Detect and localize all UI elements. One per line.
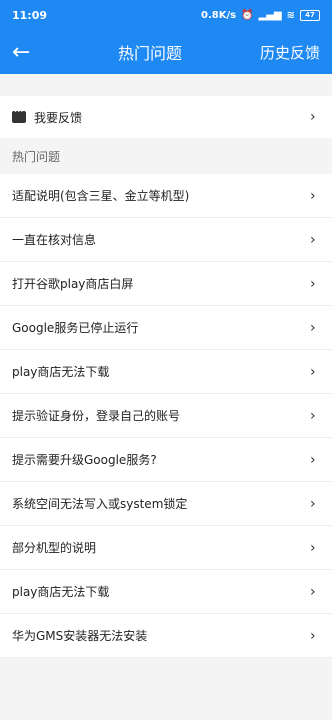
back-arrow-icon[interactable]: ← bbox=[12, 40, 40, 65]
question-label: Google服务已停止运行 bbox=[12, 321, 139, 335]
question-label: 部分机型的说明 bbox=[12, 541, 97, 555]
chevron-right-icon: › bbox=[310, 231, 316, 248]
network-speed: 0.8K/s bbox=[201, 9, 237, 21]
question-label: play商店无法下载 bbox=[12, 365, 110, 379]
chevron-right-icon: › bbox=[310, 407, 316, 424]
signal-icon: ▂▄▆ bbox=[258, 9, 282, 21]
question-label: 适配说明(包含三星、金立等机型) bbox=[12, 189, 190, 203]
wifi-icon: ≋ bbox=[286, 9, 295, 21]
chevron-right-icon: › bbox=[310, 363, 316, 380]
my-feedback-row[interactable]: 我要反馈 › bbox=[0, 96, 332, 138]
question-item[interactable]: 华为GMS安装器无法安装 › bbox=[0, 614, 332, 658]
status-time: 11:09 bbox=[12, 8, 48, 22]
page-title: 热门问题 bbox=[117, 44, 182, 63]
status-right: 0.8K/s ⏰ ▂▄▆ ≋ 47 bbox=[201, 9, 320, 21]
question-item[interactable]: Google服务已停止运行 › bbox=[0, 306, 332, 350]
question-item[interactable]: play商店无法下载 › bbox=[0, 350, 332, 394]
chevron-right-icon: › bbox=[310, 451, 316, 468]
question-label: 打开谷歌play商店白屏 bbox=[12, 277, 134, 291]
question-label: 提示需要升级Google服务? bbox=[12, 453, 157, 467]
chevron-right-icon: › bbox=[310, 109, 316, 125]
question-label: 系统空间无法写入或system锁定 bbox=[12, 497, 188, 511]
chevron-right-icon: › bbox=[310, 627, 316, 644]
question-item[interactable]: 系统空间无法写入或system锁定 › bbox=[0, 482, 332, 526]
app-header: 11:09 0.8K/s ⏰ ▂▄▆ ≋ 47 ← 热门问题 历史反馈 bbox=[0, 0, 332, 74]
question-item[interactable]: 打开谷歌play商店白屏 › bbox=[0, 262, 332, 306]
question-label: 华为GMS安装器无法安装 bbox=[12, 629, 148, 643]
my-feedback-label: 我要反馈 bbox=[34, 110, 83, 125]
question-list: 适配说明(包含三星、金立等机型) › 一直在核对信息 › 打开谷歌play商店白屏 ›… bbox=[0, 174, 332, 658]
battery-icon: 47 bbox=[300, 9, 320, 21]
question-item[interactable]: 提示验证身份，登录自己的账号 › bbox=[0, 394, 332, 438]
chevron-right-icon: › bbox=[310, 583, 316, 600]
question-item[interactable]: 提示需要升级Google服务? › bbox=[0, 438, 332, 482]
chevron-right-icon: › bbox=[310, 187, 316, 204]
section-title: 热门问题 bbox=[12, 150, 61, 164]
question-label: play商店无法下载 bbox=[12, 585, 110, 599]
chevron-right-icon: › bbox=[310, 275, 316, 292]
question-item[interactable]: 一直在核对信息 › bbox=[0, 218, 332, 262]
question-label: 一直在核对信息 bbox=[12, 233, 97, 247]
status-bar: 11:09 0.8K/s ⏰ ▂▄▆ ≋ 47 bbox=[0, 0, 332, 30]
question-item[interactable]: play商店无法下载 › bbox=[0, 570, 332, 614]
history-feedback-button[interactable]: 历史反馈 bbox=[260, 42, 320, 63]
alarm-icon: ⏰ bbox=[241, 9, 254, 21]
chevron-right-icon: › bbox=[310, 495, 316, 512]
question-item[interactable]: 部分机型的说明 › bbox=[0, 526, 332, 570]
chevron-right-icon: › bbox=[310, 539, 316, 556]
question-label: 提示验证身份，登录自己的账号 bbox=[12, 409, 181, 423]
chevron-right-icon: › bbox=[310, 319, 316, 336]
message-icon bbox=[12, 107, 26, 123]
question-item[interactable]: 适配说明(包含三星、金立等机型) › bbox=[0, 174, 332, 218]
navigation-bar: ← 热门问题 历史反馈 bbox=[0, 30, 332, 74]
